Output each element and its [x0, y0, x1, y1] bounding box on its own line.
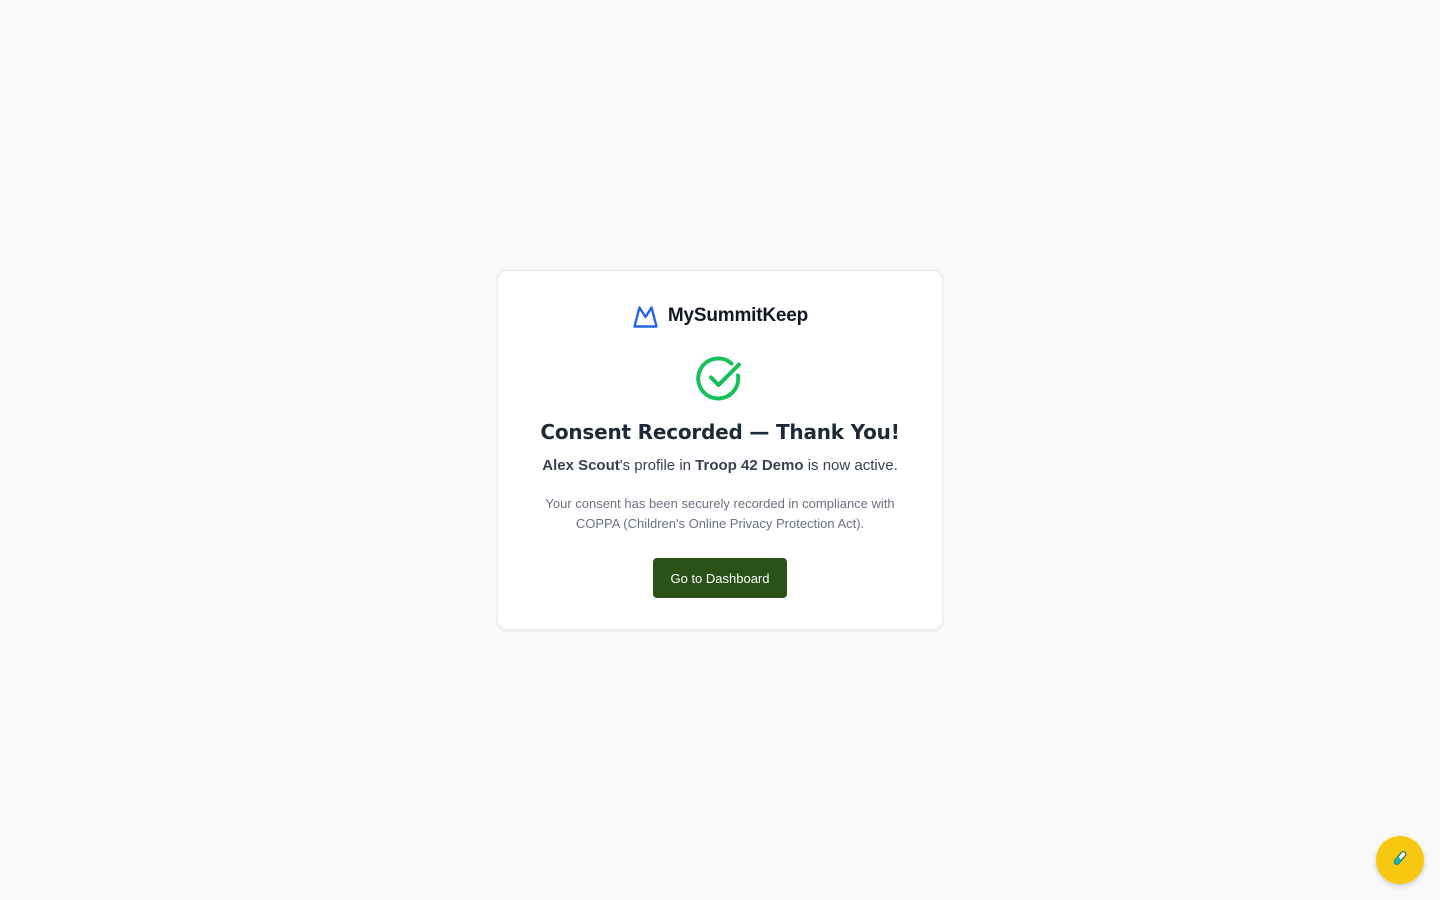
- check-circle-icon: [696, 355, 744, 403]
- brand-header: MySummitKeep: [498, 303, 942, 329]
- summary-text-end: is now active.: [803, 457, 898, 474]
- floating-action-button[interactable]: [1376, 836, 1424, 884]
- scout-name: Alex Scout: [542, 457, 620, 474]
- mountain-icon: [632, 303, 659, 329]
- troop-name: Troop 42 Demo: [695, 457, 804, 474]
- activation-summary: Alex Scout's profile in Troop 42 Demo is…: [498, 457, 942, 474]
- page-title: Consent Recorded — Thank You!: [540, 420, 900, 444]
- page: MySummitKeep Consent Recorded — Thank Yo…: [0, 0, 1440, 900]
- test-tube-icon: [1391, 849, 1409, 872]
- brand-name: MySummitKeep: [667, 305, 809, 326]
- coppa-note: Your consent has been securely recorded …: [545, 496, 895, 531]
- confirmation-card: MySummitKeep Consent Recorded — Thank Yo…: [497, 270, 943, 630]
- go-to-dashboard-button[interactable]: Go to Dashboard: [653, 558, 787, 598]
- summary-text-middle: 's profile in: [619, 457, 696, 474]
